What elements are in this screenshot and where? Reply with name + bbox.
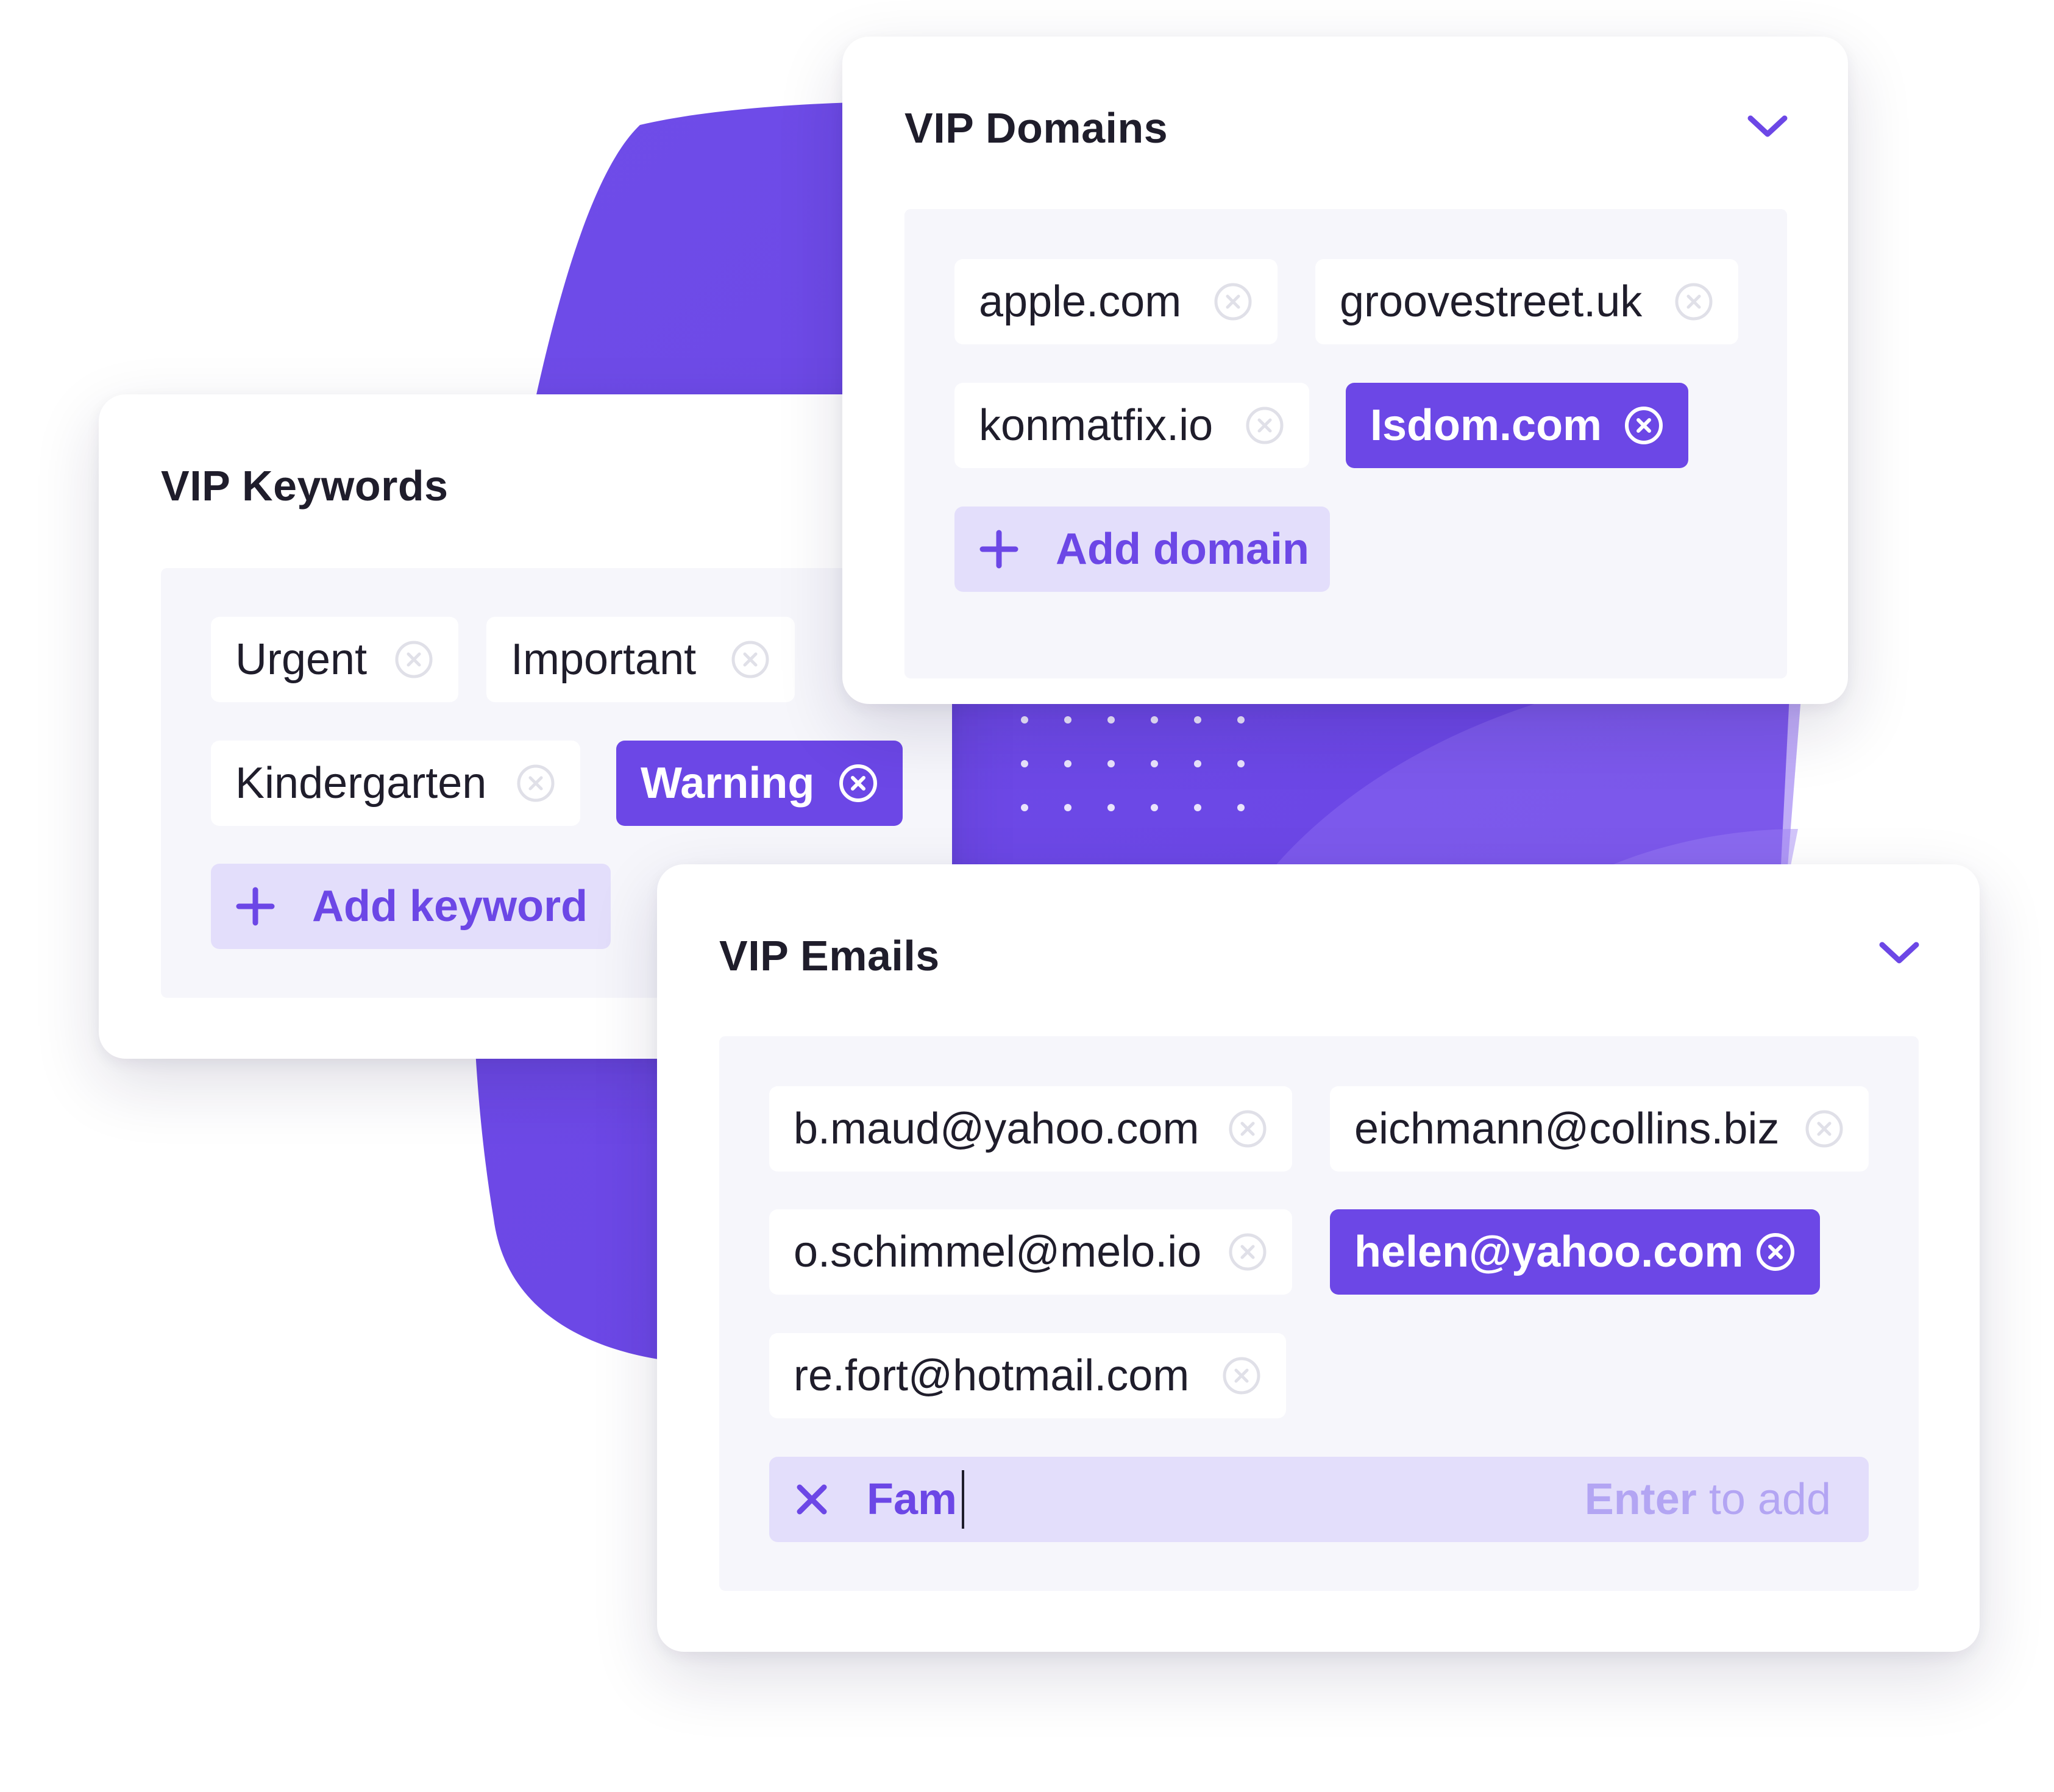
keyword-chip[interactable]: Kindergarten xyxy=(211,741,580,826)
decorative-dot xyxy=(1237,804,1245,811)
remove-icon[interactable] xyxy=(730,639,770,680)
chip-label: Urgent xyxy=(235,635,368,684)
remove-icon[interactable] xyxy=(394,639,434,680)
decorative-dot xyxy=(1064,804,1071,811)
remove-icon[interactable] xyxy=(516,763,556,803)
vip-domains-card: VIP Domains apple.com groovestreet.uk ko… xyxy=(842,37,1848,704)
email-chip[interactable]: eichmann@collins.biz xyxy=(1330,1086,1869,1172)
decorative-dot xyxy=(1194,760,1201,767)
vip-emails-card: VIP Emails b.maud@yahoo.com eichmann@col… xyxy=(657,864,1980,1652)
decorative-dot xyxy=(1021,760,1028,767)
vip-domains-title: VIP Domains xyxy=(904,104,1168,152)
domain-chip[interactable]: konmatfix.io xyxy=(954,383,1309,468)
remove-icon[interactable] xyxy=(1228,1232,1268,1272)
chevron-down-icon[interactable] xyxy=(1875,935,1924,972)
remove-icon[interactable] xyxy=(838,763,878,803)
domain-chip[interactable]: groovestreet.uk xyxy=(1315,259,1738,344)
keyword-chip[interactable]: Important xyxy=(486,617,795,702)
remove-icon[interactable] xyxy=(1804,1109,1844,1149)
chip-label: apple.com xyxy=(979,277,1182,326)
decorative-dot xyxy=(1151,716,1158,724)
vip-emails-panel: b.maud@yahoo.com eichmann@collins.biz o.… xyxy=(719,1036,1919,1591)
chip-label: Important xyxy=(511,635,697,684)
chevron-down-icon[interactable] xyxy=(1743,108,1792,145)
plus-icon xyxy=(979,530,1018,569)
vip-domains-panel: apple.com groovestreet.uk konmatfix.io I… xyxy=(904,209,1787,678)
email-input-value[interactable]: Fam xyxy=(867,1474,957,1524)
remove-icon[interactable] xyxy=(1624,405,1664,446)
decorative-dot xyxy=(1237,760,1245,767)
decorative-dot xyxy=(1194,716,1201,724)
chip-label: konmatfix.io xyxy=(979,401,1214,450)
decorative-dot xyxy=(1151,804,1158,811)
chip-label: o.schimmel@melo.io xyxy=(794,1228,1202,1276)
remove-icon[interactable] xyxy=(1228,1109,1268,1149)
decorative-dot xyxy=(1107,760,1115,767)
close-icon[interactable] xyxy=(794,1481,830,1518)
email-chip[interactable]: o.schimmel@melo.io xyxy=(769,1209,1292,1295)
decorative-dot xyxy=(1107,716,1115,724)
keyword-chip[interactable]: Urgent xyxy=(211,617,458,702)
add-keyword-label: Add keyword xyxy=(312,882,588,931)
vip-keywords-title: VIP Keywords xyxy=(161,462,449,510)
add-domain-button[interactable]: Add domain xyxy=(954,507,1330,592)
plus-icon xyxy=(236,887,275,926)
email-chip[interactable]: re.fort@hotmail.com xyxy=(769,1333,1286,1418)
decorative-dot xyxy=(1194,804,1201,811)
remove-icon[interactable] xyxy=(1755,1232,1796,1272)
chip-label: helen@yahoo.com xyxy=(1354,1228,1744,1276)
remove-icon[interactable] xyxy=(1213,282,1253,322)
email-input[interactable]: Fam Enter to add xyxy=(769,1457,1869,1542)
add-domain-label: Add domain xyxy=(1056,525,1309,574)
remove-icon[interactable] xyxy=(1674,282,1714,322)
decorative-dot xyxy=(1064,716,1071,724)
dot-grid xyxy=(1021,716,1277,826)
decorative-dot xyxy=(1021,804,1028,811)
hint-key: Enter xyxy=(1584,1475,1697,1524)
chip-label: groovestreet.uk xyxy=(1340,277,1643,326)
decorative-dot xyxy=(1107,804,1115,811)
email-chip[interactable]: b.maud@yahoo.com xyxy=(769,1086,1292,1172)
decorative-dot xyxy=(1021,716,1028,724)
chip-label: eichmann@collins.biz xyxy=(1354,1104,1780,1153)
chip-label: b.maud@yahoo.com xyxy=(794,1104,1199,1153)
add-keyword-button[interactable]: Add keyword xyxy=(211,864,611,949)
enter-to-add-hint: Enter to add xyxy=(1585,1474,1831,1524)
remove-icon[interactable] xyxy=(1245,405,1285,446)
hint-text: to add xyxy=(1696,1475,1831,1524)
domain-chip-active[interactable]: Isdom.com xyxy=(1346,383,1688,468)
decorative-dot xyxy=(1064,760,1071,767)
chip-label: Isdom.com xyxy=(1370,401,1602,450)
remove-icon[interactable] xyxy=(1221,1356,1262,1396)
email-chip-active[interactable]: helen@yahoo.com xyxy=(1330,1209,1820,1295)
domain-chip[interactable]: apple.com xyxy=(954,259,1278,344)
vip-emails-title: VIP Emails xyxy=(719,932,940,980)
chip-label: Warning xyxy=(641,759,815,808)
decorative-dot xyxy=(1151,760,1158,767)
text-caret xyxy=(962,1470,965,1529)
chip-label: Kindergarten xyxy=(235,759,487,808)
decorative-dot xyxy=(1237,716,1245,724)
keyword-chip-active[interactable]: Warning xyxy=(616,741,903,826)
chip-label: re.fort@hotmail.com xyxy=(794,1351,1190,1400)
